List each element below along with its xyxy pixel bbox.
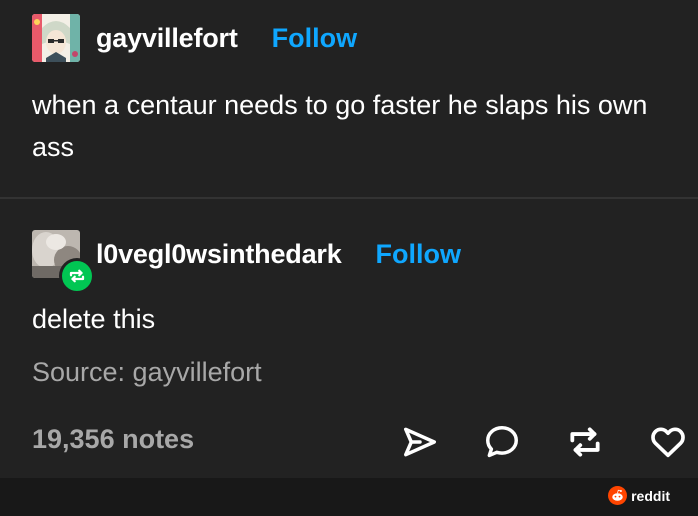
post-body-line: when a centaur needs to go faster he sla…: [32, 90, 648, 120]
reply-icon[interactable]: [480, 420, 524, 464]
tumblr-post: gayvillefort Follow when a centaur needs…: [0, 0, 698, 478]
reddit-label: reddit: [631, 487, 670, 504]
reblog-body: delete this: [32, 304, 156, 334]
share-icon[interactable]: [398, 420, 442, 464]
notes-count[interactable]: 19,356 notes: [32, 424, 194, 455]
reddit-watermark: reddit: [608, 486, 670, 505]
reblog-badge-icon: [59, 258, 95, 294]
source-link[interactable]: Source: gayvillefort: [32, 357, 262, 388]
reblog-icon[interactable]: [563, 420, 607, 464]
avatar[interactable]: [32, 14, 80, 62]
follow-button[interactable]: Follow: [376, 239, 461, 270]
divider: [0, 197, 698, 199]
follow-button[interactable]: Follow: [272, 23, 357, 54]
reblog-header: l0vegl0wsinthedark Follow: [32, 230, 461, 278]
post-body-line: ass: [32, 132, 75, 162]
like-icon[interactable]: [646, 420, 690, 464]
post-body: when a centaur needs to go faster he sla…: [32, 84, 647, 168]
reddit-icon: [608, 486, 628, 505]
watermark-bar: reddit: [0, 478, 698, 516]
original-post-header: gayvillefort Follow: [32, 14, 357, 62]
reblogger-username[interactable]: l0vegl0wsinthedark: [96, 239, 342, 270]
post-username[interactable]: gayvillefort: [96, 23, 238, 54]
